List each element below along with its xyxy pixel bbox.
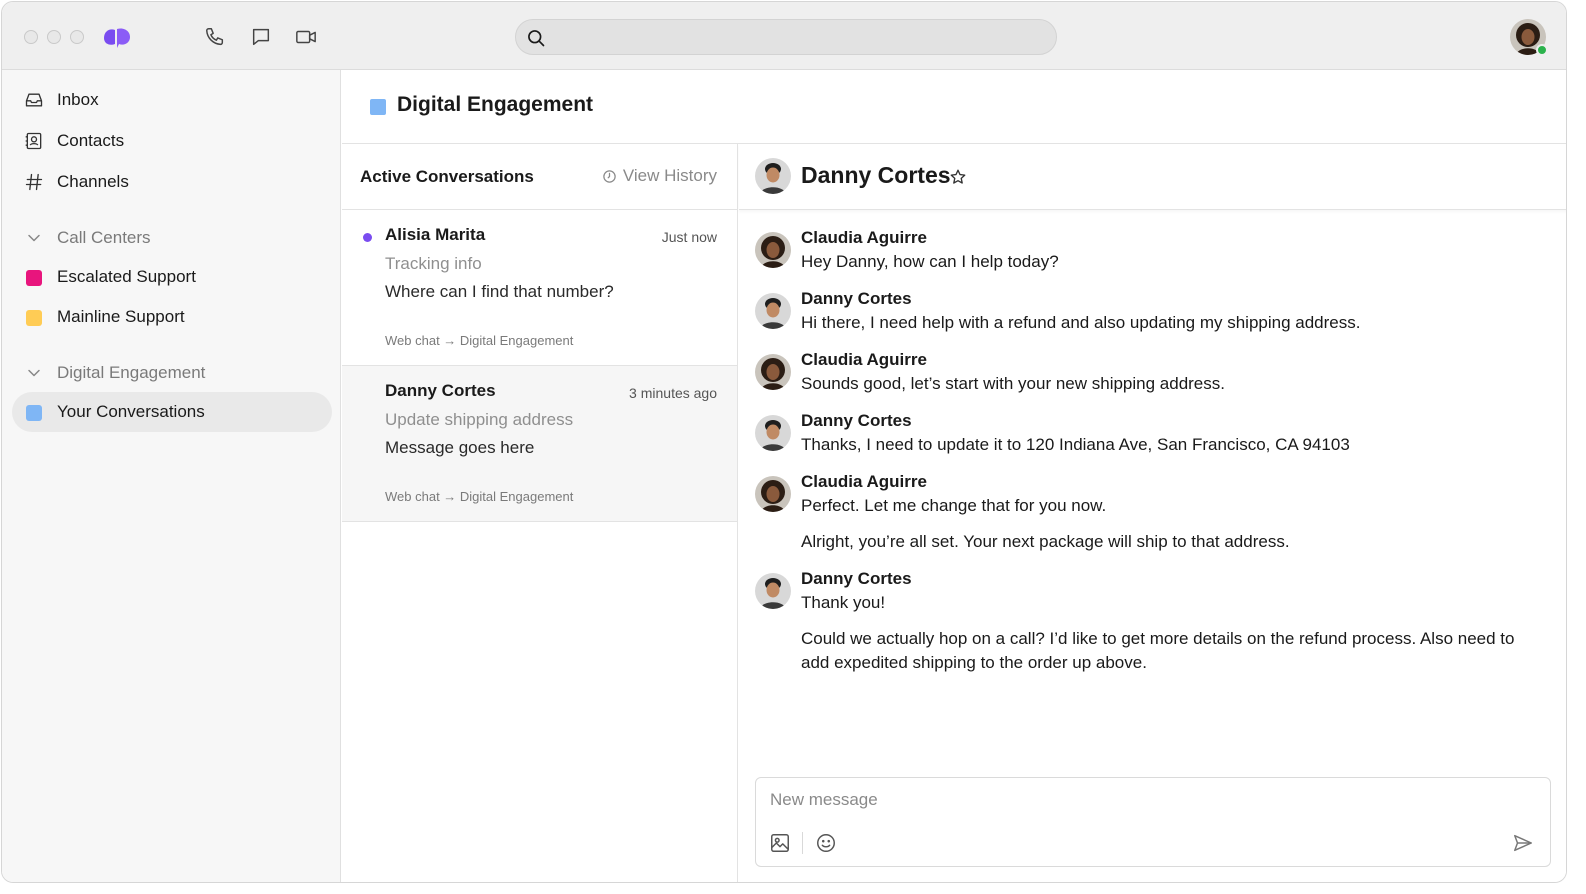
view-history-label: View History bbox=[622, 166, 717, 185]
new-message-input[interactable] bbox=[770, 788, 1510, 812]
conversation-list-header: Active Conversations View History bbox=[342, 144, 737, 210]
message-author: Danny Cortes bbox=[801, 289, 912, 308]
conversation-item[interactable]: Danny Cortes 3 minutes ago Update shippi… bbox=[342, 366, 737, 522]
page-title: Digital Engagement bbox=[397, 93, 594, 116]
channel-color-swatch bbox=[370, 99, 386, 115]
conversation-preview: Message goes here bbox=[385, 438, 535, 457]
message-author: Claudia Aguirre bbox=[801, 228, 927, 247]
message-author: Claudia Aguirre bbox=[801, 472, 927, 491]
sidebar-item-label: Channels bbox=[57, 172, 129, 191]
conversation-preview: Where can I find that number? bbox=[385, 282, 614, 301]
agent-avatar bbox=[755, 476, 791, 512]
sidebar-item-your-conversations[interactable]: Your Conversations bbox=[12, 392, 332, 432]
sidebar-item-channels[interactable]: Channels bbox=[12, 162, 332, 202]
close-window-button[interactable] bbox=[24, 30, 38, 44]
message-text: Alright, you’re all set. Your next packa… bbox=[801, 532, 1290, 551]
app-logo-icon bbox=[104, 28, 130, 48]
sidebar-item-label: Mainline Support bbox=[57, 307, 185, 326]
message-text: Thanks, I need to update it to 120 India… bbox=[801, 435, 1350, 454]
conversation-list: Active Conversations View History Alisia… bbox=[342, 144, 738, 882]
agent-avatar bbox=[755, 354, 791, 390]
online-status-indicator bbox=[1536, 44, 1548, 56]
sidebar-item-mainline-support[interactable]: Mainline Support bbox=[12, 297, 332, 337]
minimize-window-button[interactable] bbox=[47, 30, 61, 44]
message-text: Hey Danny, how can I help today? bbox=[801, 252, 1059, 271]
video-icon[interactable] bbox=[295, 26, 317, 48]
conversation-subject: Tracking info bbox=[385, 254, 482, 273]
conversation-time: Just now bbox=[661, 229, 717, 245]
message-text: Could we actually hop on a call? I’d lik… bbox=[801, 629, 1515, 672]
view-history-button[interactable]: View History bbox=[602, 166, 717, 186]
chat-contact-name: Danny Cortes bbox=[801, 162, 951, 188]
search-input[interactable] bbox=[556, 20, 1046, 54]
chevron-down-icon bbox=[28, 369, 40, 377]
search-bar[interactable] bbox=[515, 19, 1057, 55]
sidebar-item-escalated-support[interactable]: Escalated Support bbox=[12, 257, 332, 297]
conversation-name: Danny Cortes bbox=[385, 381, 496, 400]
send-icon[interactable] bbox=[1512, 832, 1534, 854]
search-icon bbox=[528, 30, 545, 47]
message-text: Hi there, I need help with a refund and … bbox=[801, 313, 1361, 332]
message-composer bbox=[755, 777, 1551, 867]
conversation-list-title: Active Conversations bbox=[360, 167, 534, 186]
chevron-down-icon bbox=[28, 234, 40, 242]
conversation-time: 3 minutes ago bbox=[629, 385, 717, 401]
sidebar-item-label: Contacts bbox=[57, 131, 125, 150]
star-icon[interactable] bbox=[949, 168, 967, 186]
sidebar-item-label: Escalated Support bbox=[57, 267, 196, 286]
phone-icon[interactable] bbox=[204, 26, 226, 48]
sidebar-section-digital-engagement[interactable]: Digital Engagement bbox=[12, 353, 332, 393]
chat-pane: Danny Cortes Claudia Aguirre Hey Danny, … bbox=[739, 144, 1566, 882]
maximize-window-button[interactable] bbox=[70, 30, 84, 44]
main-header: Digital Engagement bbox=[342, 70, 1566, 144]
contact-avatar bbox=[755, 573, 791, 609]
section-label: Call Centers bbox=[57, 228, 151, 247]
message-author: Danny Cortes bbox=[801, 411, 912, 430]
sidebar-item-inbox[interactable]: Inbox bbox=[12, 80, 332, 120]
clock-icon bbox=[603, 169, 616, 183]
unread-indicator bbox=[363, 233, 372, 242]
message-text: Perfect. Let me change that for you now. bbox=[801, 496, 1107, 515]
message-author: Danny Cortes bbox=[801, 569, 912, 588]
conversation-subject: Update shipping address bbox=[385, 410, 574, 429]
chat-icon[interactable] bbox=[250, 26, 272, 48]
contact-avatar bbox=[755, 293, 791, 329]
image-icon[interactable] bbox=[769, 832, 791, 854]
color-swatch bbox=[26, 405, 42, 421]
section-label: Digital Engagement bbox=[57, 363, 206, 382]
chat-header: Danny Cortes bbox=[739, 144, 1566, 210]
inbox-icon bbox=[25, 93, 43, 107]
composer-divider bbox=[802, 832, 803, 854]
message-author: Claudia Aguirre bbox=[801, 350, 927, 369]
conversation-name: Alisia Marita bbox=[385, 225, 486, 244]
hash-icon bbox=[25, 173, 43, 191]
sidebar-item-label: Inbox bbox=[57, 90, 99, 109]
color-swatch bbox=[26, 310, 42, 326]
title-bar bbox=[2, 2, 1566, 70]
emoji-icon[interactable] bbox=[815, 832, 837, 854]
sidebar-item-contacts[interactable]: Contacts bbox=[12, 121, 332, 161]
app-window: Inbox Contacts Channels Call Centers Esc… bbox=[1, 1, 1567, 883]
contact-avatar[interactable] bbox=[755, 158, 791, 194]
agent-avatar bbox=[755, 232, 791, 268]
sidebar-item-label: Your Conversations bbox=[57, 402, 205, 421]
window-controls bbox=[24, 30, 84, 44]
color-swatch bbox=[26, 270, 42, 286]
contacts-icon bbox=[25, 132, 42, 150]
contact-avatar bbox=[755, 415, 791, 451]
message-text: Thank you! bbox=[801, 593, 886, 612]
sidebar: Inbox Contacts Channels Call Centers Esc… bbox=[2, 70, 341, 882]
message-text: Sounds good, let’s start with your new s… bbox=[801, 374, 1225, 393]
conversation-route: Web chat → Digital Engagement bbox=[385, 333, 574, 348]
conversation-item[interactable]: Alisia Marita Just now Tracking info Whe… bbox=[342, 210, 737, 366]
conversation-route: Web chat → Digital Engagement bbox=[385, 489, 574, 504]
sidebar-section-call-centers[interactable]: Call Centers bbox=[12, 218, 332, 258]
